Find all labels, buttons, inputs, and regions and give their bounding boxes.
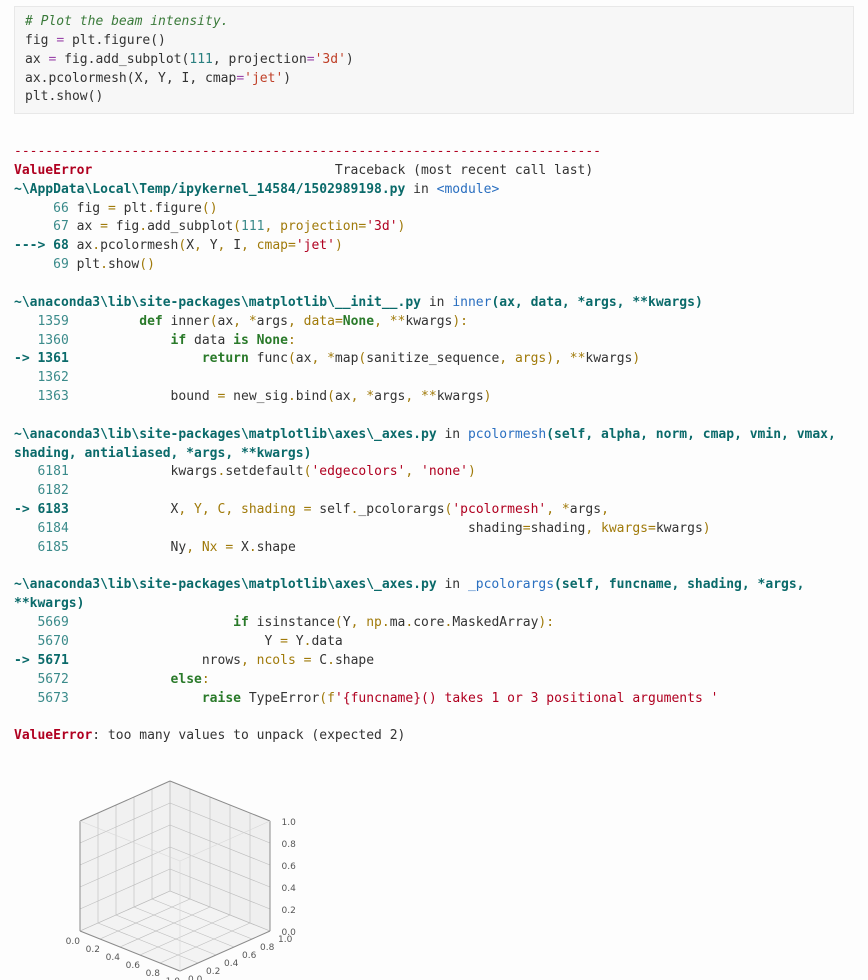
final-error-msg: : too many values to unpack (expected 2) (92, 728, 405, 743)
svg-text:0.4: 0.4 (106, 953, 121, 963)
code-comment: # Plot the beam intensity. (25, 14, 229, 29)
svg-text:0.8: 0.8 (282, 840, 297, 850)
svg-text:0.2: 0.2 (86, 945, 100, 955)
svg-text:0.6: 0.6 (282, 862, 297, 872)
frame-path: ~\anaconda3\lib\site-packages\matplotlib… (14, 577, 437, 592)
code-cell[interactable]: # Plot the beam intensity. fig = plt.fig… (14, 6, 854, 114)
svg-text:0.6: 0.6 (126, 961, 141, 971)
matplotlib-3d-axes: 0.00.20.40.60.81.00.00.20.40.60.81.00.00… (40, 776, 300, 976)
svg-text:0.8: 0.8 (146, 969, 161, 979)
svg-text:0.4: 0.4 (282, 884, 297, 894)
svg-text:0.0: 0.0 (66, 937, 81, 947)
svg-text:1.0: 1.0 (282, 818, 297, 828)
frame-path: ~\anaconda3\lib\site-packages\matplotlib… (14, 295, 421, 310)
error-name: ValueError (14, 163, 92, 178)
svg-text:0.8: 0.8 (260, 943, 275, 953)
frame-path: ~\anaconda3\lib\site-packages\matplotlib… (14, 427, 437, 442)
svg-text:0.2: 0.2 (206, 967, 220, 977)
svg-text:0.0: 0.0 (282, 928, 297, 938)
dash-rule: ----------------------------------------… (14, 144, 601, 159)
traceback-output: ----------------------------------------… (14, 124, 854, 746)
svg-text:0.4: 0.4 (224, 959, 239, 969)
frame-path: ~\AppData\Local\Temp/ipykernel_14584/150… (14, 182, 405, 197)
svg-text:0.6: 0.6 (242, 951, 257, 961)
svg-text:0.2: 0.2 (282, 906, 296, 916)
arrow-line: ---> 68 (14, 238, 77, 253)
svg-text:0.0: 0.0 (188, 975, 203, 980)
final-error-name: ValueError (14, 728, 92, 743)
